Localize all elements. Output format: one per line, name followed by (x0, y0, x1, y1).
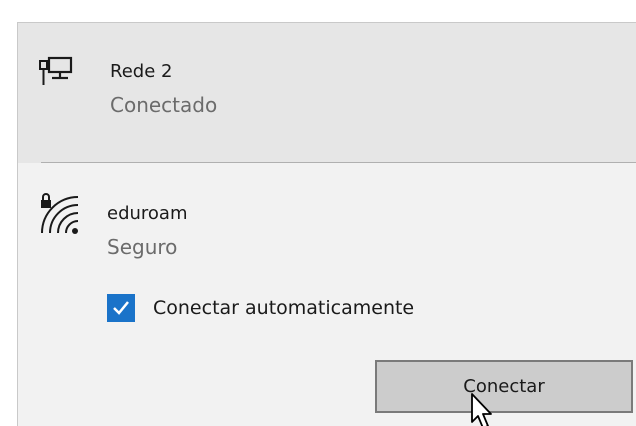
section-divider (41, 162, 636, 163)
checkmark-icon (113, 301, 129, 315)
wifi-security-status: Seguro (107, 235, 178, 259)
wired-network-status: Conectado (110, 93, 218, 117)
auto-connect-row[interactable]: Conectar automaticamente (107, 293, 414, 323)
wifi-secured-icon (41, 193, 79, 234)
wifi-network-name: eduroam (107, 203, 188, 224)
screenshot-canvas: Rede 2 Conectado eduroam Seguro Conectar… (0, 0, 636, 426)
connect-button[interactable]: Conectar (375, 360, 633, 413)
auto-connect-checkbox[interactable] (107, 294, 135, 322)
network-flyout: Rede 2 Conectado eduroam Seguro Conectar… (17, 22, 636, 426)
mouse-cursor-icon (471, 393, 492, 426)
wired-network-name: Rede 2 (110, 61, 173, 82)
wired-network-item[interactable]: Rede 2 Conectado (18, 23, 636, 163)
auto-connect-label: Conectar automaticamente (153, 297, 415, 319)
ethernet-monitor-icon (39, 56, 73, 85)
